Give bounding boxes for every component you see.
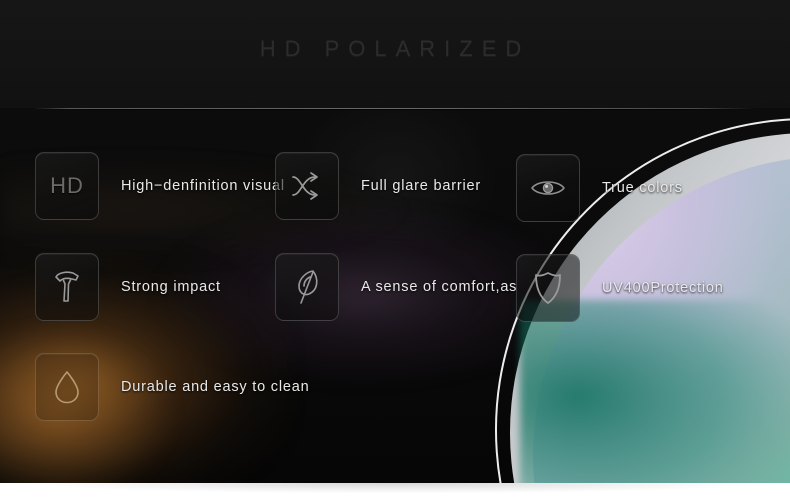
feature-strong-impact[interactable]: Strong impact	[35, 253, 221, 321]
hd-icon-label: HD	[50, 173, 84, 198]
feature-durable-easy-to-clean[interactable]: Durable and easy to clean	[35, 353, 309, 421]
feature-sense-of-comfort[interactable]: A sense of comfort,as	[275, 253, 517, 321]
feature-label: Durable and easy to clean	[121, 379, 310, 395]
bottom-drop-shadow	[0, 483, 790, 497]
feature-uv400-protection[interactable]: UV400Protection	[516, 254, 724, 322]
eye-icon	[516, 154, 580, 222]
feather-icon	[275, 253, 339, 321]
shield-icon	[516, 254, 580, 322]
feature-high-definition-visual[interactable]: HD High−denfinition visual	[35, 152, 285, 220]
feature-label: A sense of comfort,as	[361, 279, 518, 295]
feature-label: True colors	[602, 180, 683, 196]
feature-label: Full glare barrier	[361, 178, 481, 194]
shuffle-icon	[275, 152, 339, 220]
hd-polarized-banner: HD POLARIZED HD High−denfinition visual …	[0, 0, 790, 504]
feature-full-glare-barrier[interactable]: Full glare barrier	[275, 152, 481, 220]
hd-icon: HD	[35, 152, 99, 220]
feature-label: High−denfinition visual	[121, 178, 285, 194]
feature-true-colors[interactable]: True colors	[516, 154, 683, 222]
feature-label: Strong impact	[121, 279, 221, 295]
feature-list: HD High−denfinition visual Full glare ba…	[0, 0, 790, 483]
droplet-icon	[35, 353, 99, 421]
hammer-icon	[35, 253, 99, 321]
feature-label: UV400Protection	[602, 280, 724, 296]
